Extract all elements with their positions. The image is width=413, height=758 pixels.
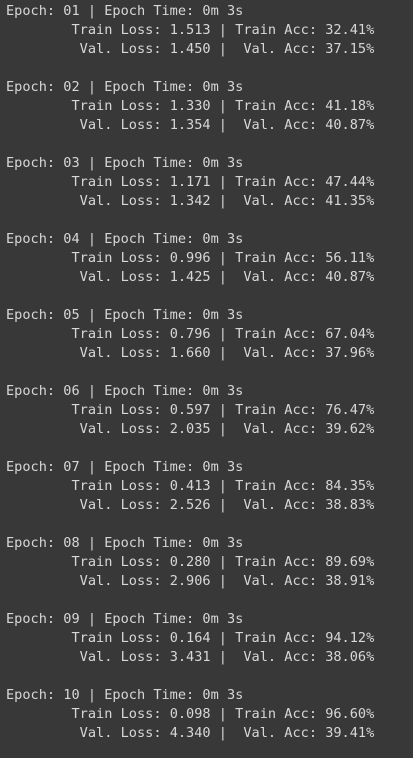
epoch-block: Epoch: 10 | Epoch Time: 0m 3s Train Loss…	[6, 686, 406, 743]
val-metrics: Val. Loss: 1.425 | Val. Acc: 40.87%	[6, 269, 375, 285]
epoch-header: Epoch: 06 | Epoch Time: 0m 3s	[6, 383, 244, 399]
epoch-block: Epoch: 05 | Epoch Time: 0m 3s Train Loss…	[6, 306, 406, 363]
train-metrics: Train Loss: 0.796 | Train Acc: 67.04%	[6, 326, 375, 342]
epoch-header: Epoch: 08 | Epoch Time: 0m 3s	[6, 535, 244, 551]
train-metrics: Train Loss: 0.996 | Train Acc: 56.11%	[6, 250, 375, 266]
train-metrics: Train Loss: 1.513 | Train Acc: 32.41%	[6, 22, 375, 38]
epoch-header: Epoch: 02 | Epoch Time: 0m 3s	[6, 79, 244, 95]
epoch-block: Epoch: 01 | Epoch Time: 0m 3s Train Loss…	[6, 2, 406, 59]
val-metrics: Val. Loss: 1.342 | Val. Acc: 41.35%	[6, 193, 375, 209]
val-metrics: Val. Loss: 3.431 | Val. Acc: 38.06%	[6, 649, 375, 665]
val-metrics: Val. Loss: 1.450 | Val. Acc: 37.15%	[6, 41, 375, 57]
train-metrics: Train Loss: 0.280 | Train Acc: 89.69%	[6, 554, 375, 570]
val-metrics: Val. Loss: 2.035 | Val. Acc: 39.62%	[6, 421, 375, 437]
epoch-block: Epoch: 02 | Epoch Time: 0m 3s Train Loss…	[6, 78, 406, 135]
epoch-block: Epoch: 08 | Epoch Time: 0m 3s Train Loss…	[6, 534, 406, 591]
epoch-block: Epoch: 09 | Epoch Time: 0m 3s Train Loss…	[6, 610, 406, 667]
epoch-block: Epoch: 07 | Epoch Time: 0m 3s Train Loss…	[6, 458, 406, 515]
val-metrics: Val. Loss: 2.526 | Val. Acc: 38.83%	[6, 497, 375, 513]
epoch-header: Epoch: 10 | Epoch Time: 0m 3s	[6, 687, 244, 703]
epoch-header: Epoch: 05 | Epoch Time: 0m 3s	[6, 307, 244, 323]
val-metrics: Val. Loss: 1.660 | Val. Acc: 37.96%	[6, 345, 375, 361]
train-metrics: Train Loss: 0.164 | Train Acc: 94.12%	[6, 630, 375, 646]
epoch-header: Epoch: 09 | Epoch Time: 0m 3s	[6, 611, 244, 627]
epoch-block: Epoch: 04 | Epoch Time: 0m 3s Train Loss…	[6, 230, 406, 287]
epoch-header: Epoch: 03 | Epoch Time: 0m 3s	[6, 155, 244, 171]
console-output: Epoch: 01 | Epoch Time: 0m 3s Train Loss…	[0, 0, 413, 758]
train-metrics: Train Loss: 1.330 | Train Acc: 41.18%	[6, 98, 375, 114]
val-metrics: Val. Loss: 1.354 | Val. Acc: 40.87%	[6, 117, 375, 133]
train-metrics: Train Loss: 0.597 | Train Acc: 76.47%	[6, 402, 375, 418]
epoch-header: Epoch: 04 | Epoch Time: 0m 3s	[6, 231, 244, 247]
epoch-header: Epoch: 01 | Epoch Time: 0m 3s	[6, 3, 244, 19]
val-metrics: Val. Loss: 2.906 | Val. Acc: 38.91%	[6, 573, 375, 589]
train-metrics: Train Loss: 0.413 | Train Acc: 84.35%	[6, 478, 375, 494]
train-metrics: Train Loss: 0.098 | Train Acc: 96.60%	[6, 706, 375, 722]
train-metrics: Train Loss: 1.171 | Train Acc: 47.44%	[6, 174, 375, 190]
epoch-header: Epoch: 07 | Epoch Time: 0m 3s	[6, 459, 244, 475]
epoch-block: Epoch: 03 | Epoch Time: 0m 3s Train Loss…	[6, 154, 406, 211]
val-metrics: Val. Loss: 4.340 | Val. Acc: 39.41%	[6, 725, 375, 741]
epoch-block: Epoch: 06 | Epoch Time: 0m 3s Train Loss…	[6, 382, 406, 439]
